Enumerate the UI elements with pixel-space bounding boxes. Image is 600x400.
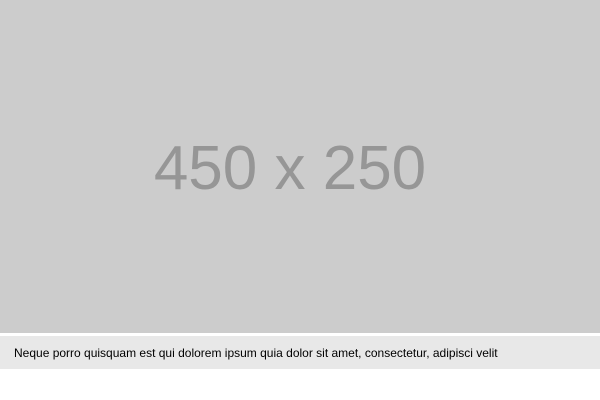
image-card: 450 x 250 Neque porro quisquam est qui d… <box>0 0 600 400</box>
placeholder-image: 450 x 250 <box>0 0 600 333</box>
placeholder-dimensions-label: 450 x 250 <box>153 134 427 203</box>
caption-bar: Neque porro quisquam est qui dolorem ips… <box>0 336 600 369</box>
caption-text: Neque porro quisquam est qui dolorem ips… <box>14 345 498 360</box>
